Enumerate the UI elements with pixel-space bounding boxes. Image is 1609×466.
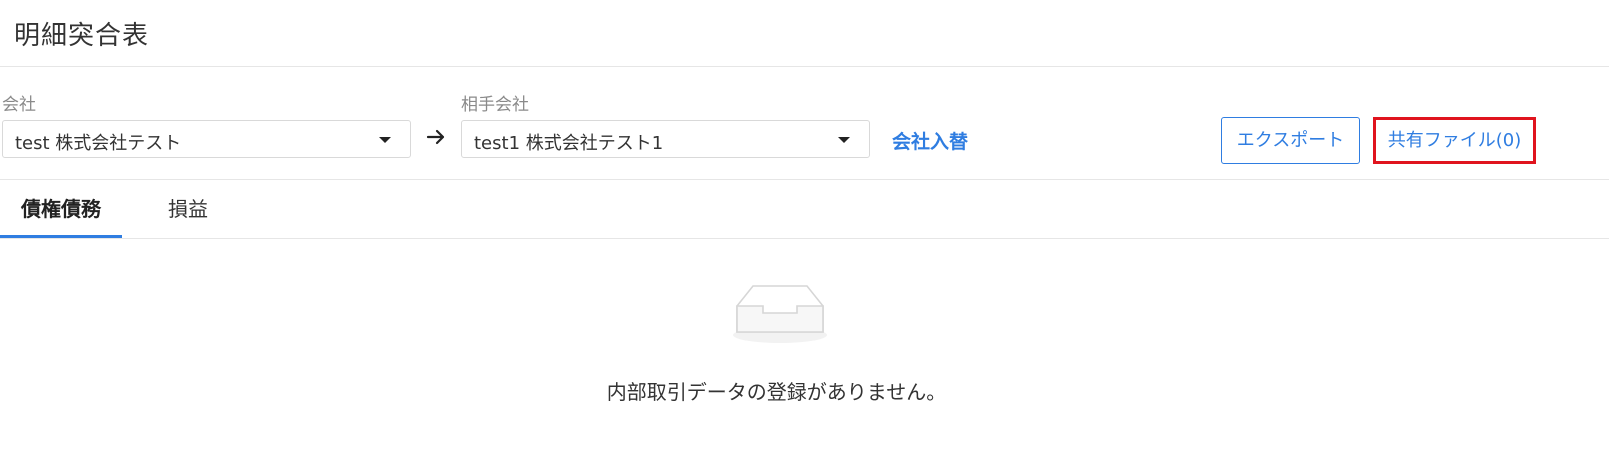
partner-select-value: test1 株式会社テスト1 xyxy=(474,133,664,154)
filter-bar: 会社 test 株式会社テスト 相手会社 test1 株式会社テスト1 会社入替… xyxy=(0,67,1609,180)
caret-down-icon xyxy=(838,137,850,143)
partner-select[interactable]: test1 株式会社テスト1 xyxy=(461,120,870,158)
tab-profit-loss[interactable]: 損益 xyxy=(149,180,227,238)
arrow-right-icon xyxy=(426,129,445,145)
export-button[interactable]: エクスポート xyxy=(1221,117,1360,164)
page-header: 明細突合表 xyxy=(0,0,1609,67)
company-label: 会社 xyxy=(2,95,36,115)
swap-companies-link[interactable]: 会社入替 xyxy=(892,127,968,154)
empty-state-message: 内部取引データの登録がありません。 xyxy=(606,380,947,404)
tab-bar: 債権債務 損益 xyxy=(0,180,1609,239)
empty-inbox-icon xyxy=(733,285,827,343)
shared-files-button[interactable]: 共有ファイル(0) xyxy=(1373,117,1536,164)
tab-receivables-payables[interactable]: 債権債務 xyxy=(0,180,122,238)
company-select-value: test 株式会社テスト xyxy=(15,133,182,154)
page-title: 明細突合表 xyxy=(14,21,150,51)
company-select[interactable]: test 株式会社テスト xyxy=(2,120,411,158)
caret-down-icon xyxy=(379,137,391,143)
partner-label: 相手会社 xyxy=(461,95,529,115)
